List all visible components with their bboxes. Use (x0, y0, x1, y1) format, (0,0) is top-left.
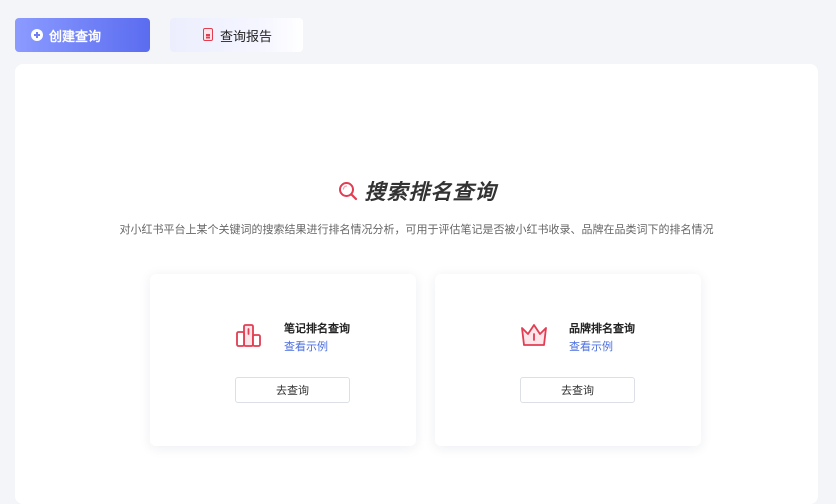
note-ranking-query-button[interactable]: 去查询 (235, 377, 350, 403)
page-title: 搜索排名查询 (364, 180, 497, 204)
page-description: 对小红书平台上某个关键词的搜索结果进行排名情况分析，可用于评估笔记是否被小红书收… (119, 223, 714, 236)
document-icon (203, 28, 213, 41)
search-icon (338, 182, 357, 201)
brand-ranking-title: 品牌排名查询 (569, 322, 635, 335)
brand-ranking-example-link[interactable]: 查看示例 (569, 338, 613, 354)
tab-query-report[interactable]: 查询报告 (170, 18, 303, 52)
page-title-row: 搜索排名查询 (15, 176, 818, 206)
tab-create-query[interactable]: 创建查询 (15, 18, 150, 52)
main-panel: 搜索排名查询 对小红书平台上某个关键词的搜索结果进行排名情况分析，可用于评估笔记… (15, 64, 818, 504)
podium-icon (236, 324, 261, 347)
brand-ranking-query-button[interactable]: 去查询 (520, 377, 635, 403)
note-ranking-example-link[interactable]: 查看示例 (284, 338, 328, 354)
note-ranking-card: 笔记排名查询 查看示例 去查询 (150, 274, 416, 446)
tab-query-report-label: 查询报告 (220, 29, 273, 45)
tab-create-query-label: 创建查询 (49, 29, 102, 45)
crown-icon (521, 324, 547, 346)
brand-ranking-card: 品牌排名查询 查看示例 去查询 (435, 274, 701, 446)
plus-circle-icon (31, 29, 43, 41)
top-tab-bar: 创建查询 查询报告 (0, 0, 836, 62)
note-ranking-title: 笔记排名查询 (284, 322, 350, 335)
